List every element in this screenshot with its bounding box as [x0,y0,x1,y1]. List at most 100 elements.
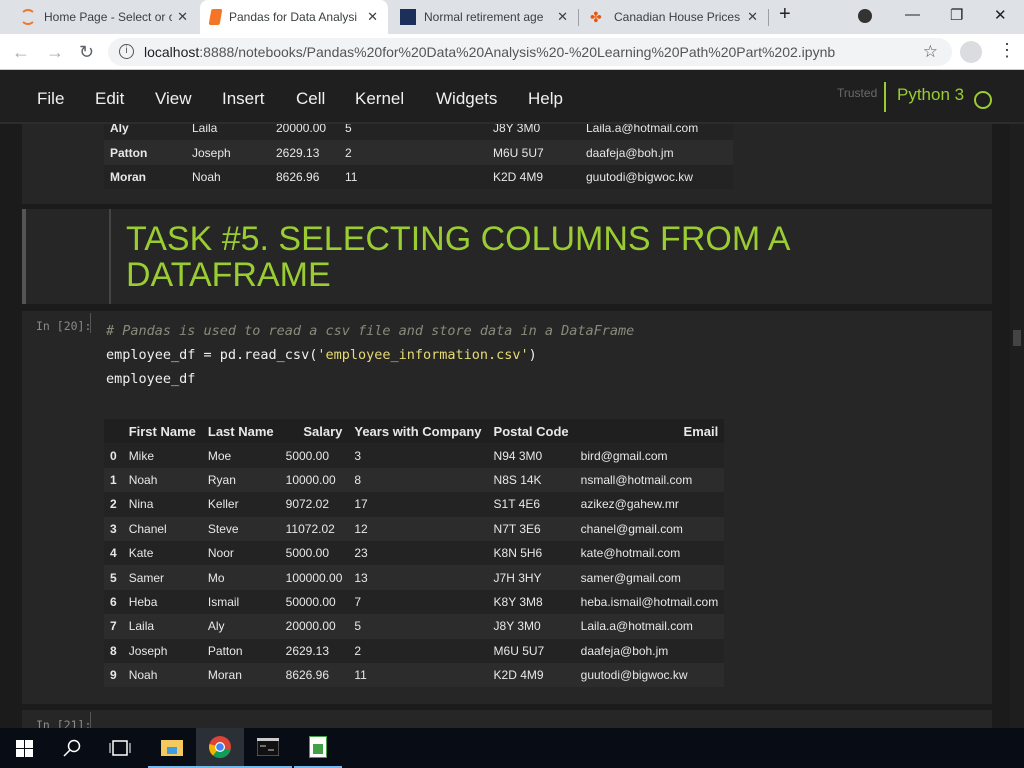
table-cell: K8N 5H6 [487,540,575,566]
cell-divider [90,313,91,333]
table-cell: samer@gmail.com [574,565,725,590]
info-icon: i [119,44,134,59]
menu-insert[interactable]: Insert [222,89,265,109]
spreadsheet-app-icon[interactable] [294,728,342,768]
forward-icon[interactable]: → [46,42,64,63]
close-window-button[interactable]: ✕ [994,6,1007,24]
profile-menu-icon[interactable] [858,9,872,23]
table-cell: M6U 5U7 [487,638,575,663]
cell-prompt: In [20]: [36,319,92,333]
code-string: 'employee_information.csv' [317,347,529,363]
column-header: Salary [279,419,349,444]
table-row: 5 Samer Mo 100000.00 13 J7H 3HY samer@gmail.co… [104,565,725,590]
table-cell: kate@hotmail.com [574,540,725,566]
table-cell: 8626.96 [279,662,349,688]
table-cell: Ismail [201,589,280,615]
table-cell: 5 [348,614,488,639]
row-index: 5 [104,565,123,590]
tab-canadian-house-prices[interactable]: ✤ Canadian House Prices - ✕ [580,0,768,34]
maximize-button[interactable]: ❐ [950,6,963,24]
close-tab-icon[interactable]: ✕ [747,9,758,25]
scrollbar[interactable] [1010,124,1024,728]
row-index: 1 [104,467,123,493]
markdown-heading-cell[interactable]: TASK #5. SELECTING COLUMNS FROM A DATAFR… [22,209,992,304]
ssa-icon [400,9,416,25]
command-prompt-icon[interactable] [244,728,292,768]
menu-kernel[interactable]: Kernel [355,89,404,109]
minimize-button[interactable]: — [905,6,920,23]
jupyter-menubar: File Edit View Insert Cell Kernel Widget… [0,70,1024,124]
code-editor[interactable]: # Pandas is used to read a csv file and … [106,319,634,391]
table-cell: 2629.13 [270,140,339,165]
output-cell-20: First Name Last Name Salary Years with Comp… [22,404,992,704]
table-cell: N94 3M0 [487,443,575,468]
close-tab-icon[interactable]: ✕ [367,9,378,25]
menu-help[interactable]: Help [528,89,563,109]
table-cell: Chanel [122,516,202,541]
column-header: Postal Code [487,419,575,444]
cell-divider [109,209,111,304]
table-cell: Moran [104,164,186,190]
table-cell: Moran [201,662,280,688]
browser-tab-bar: Home Page - Select or c ✕ Pandas for Dat… [0,0,1024,34]
tab-home-page[interactable]: Home Page - Select or c ✕ [10,0,198,34]
close-tab-icon[interactable]: ✕ [177,9,188,25]
table-cell: guutodi@bigwoc.kw [580,164,733,190]
row-index: 9 [104,662,123,688]
table-row: Aly Laila 20000.00 5 J8Y 3M0 Laila.a@hotmail.… [104,124,733,141]
windows-start-icon[interactable] [0,728,48,768]
chrome-icon[interactable] [196,728,244,768]
windows-taskbar [0,728,1024,768]
table-cell: Aly [201,614,280,639]
table-cell: Noah [122,662,202,688]
table-cell: 5 [339,124,487,141]
cell-divider [90,712,91,728]
kernel-name[interactable]: Python 3 [884,82,964,112]
trusted-indicator[interactable]: Trusted [837,86,877,100]
code-cell-21[interactable]: In [21]: [22,710,992,728]
new-tab-button[interactable]: + [779,3,791,26]
table-cell: chanel@gmail.com [574,516,725,541]
url-input[interactable]: i localhost:8888/notebooks/Pandas%20for%… [108,38,952,66]
code-line: employee_df = pd.read_csv('employee_info… [106,343,634,367]
search-icon[interactable] [48,728,96,768]
table-cell: nsmall@hotmail.com [574,467,725,493]
menu-edit[interactable]: Edit [95,89,124,109]
table-cell: 20000.00 [279,614,349,639]
table-row: 6 Heba Ismail 50000.00 7 K8Y 3M8 heba.ismail@h… [104,589,725,615]
reload-icon[interactable]: ↻ [79,42,94,63]
column-header: Email [574,419,725,444]
profile-avatar-icon[interactable] [960,41,982,63]
menu-view[interactable]: View [155,89,192,109]
table-cell: 50000.00 [279,589,349,615]
table-cell: Aly [104,124,186,141]
table-cell: 11072.02 [279,516,349,541]
menu-cell[interactable]: Cell [296,89,325,109]
tab-retirement-age[interactable]: Normal retirement age ✕ [390,0,578,34]
table-cell: 5000.00 [279,443,349,468]
row-index: 4 [104,540,123,566]
menu-widgets[interactable]: Widgets [436,89,497,109]
back-icon[interactable]: ← [12,42,30,63]
bookmark-star-icon[interactable]: ☆ [923,42,938,62]
table-row: 4 Kate Noor 5000.00 23 K8N 5H6 kate@hotmail.co… [104,540,725,566]
file-explorer-icon[interactable] [148,728,196,768]
close-tab-icon[interactable]: ✕ [557,9,568,25]
table-cell: bird@gmail.com [574,443,725,468]
menu-file[interactable]: File [37,89,64,109]
table-cell: 2 [339,140,487,165]
table-cell: 3 [348,443,488,468]
tab-pandas-notebook[interactable]: Pandas for Data Analysis ✕ [200,0,388,34]
table-row: 9 Noah Moran 8626.96 11 K2D 4M9 guutodi@bigwoc… [104,662,725,688]
scrollbar-thumb[interactable] [1013,330,1021,346]
table-row: 3 Chanel Steve 11072.02 12 N7T 3E6 chanel@gmai… [104,516,725,541]
table-cell: N8S 14K [487,467,575,493]
table-cell: guutodi@bigwoc.kw [574,662,725,688]
table-cell: Nina [122,492,202,517]
table-cell: Laila.a@hotmail.com [574,614,725,639]
chrome-menu-icon[interactable]: ⋮ [998,40,1016,61]
table-row: 2 Nina Keller 9072.02 17 S1T 4E6 azikez@gahew.… [104,492,725,517]
code-cell-20[interactable]: In [20]: # Pandas is used to read a csv … [22,311,992,404]
task-view-icon[interactable] [96,728,144,768]
column-header: First Name [122,419,202,444]
